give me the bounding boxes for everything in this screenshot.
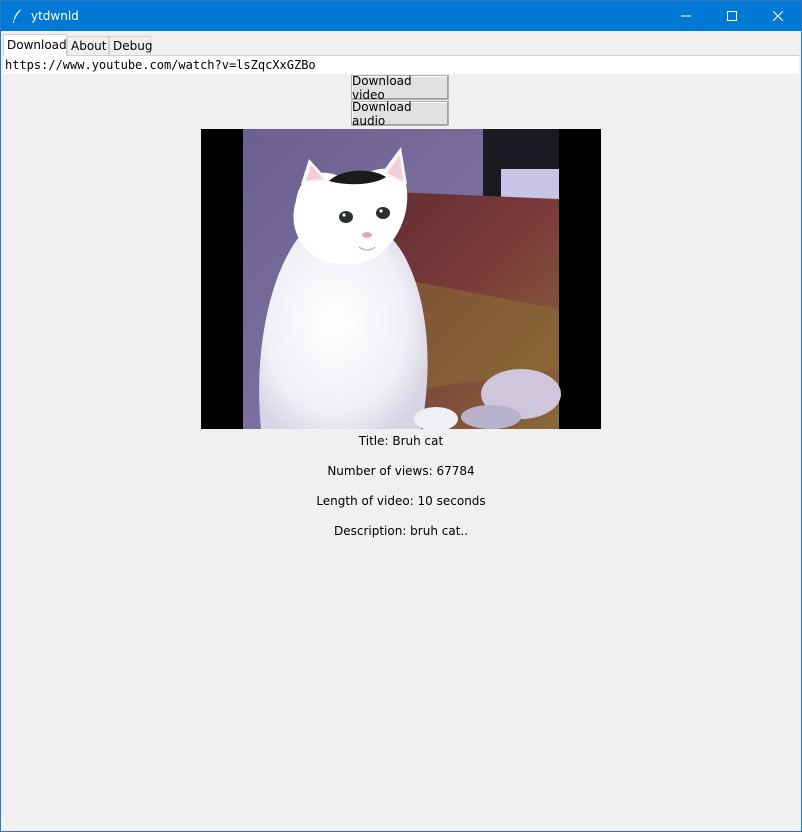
close-button[interactable] — [755, 1, 801, 31]
window-title: ytdwnld — [31, 9, 79, 23]
video-thumbnail — [201, 129, 601, 429]
download-audio-button[interactable]: Download audio — [351, 100, 449, 128]
url-input[interactable] — [3, 56, 799, 74]
maximize-icon — [727, 11, 737, 21]
video-description-label: Description: bruh cat.. — [333, 524, 469, 538]
tab-bar: Download About Debug — [3, 34, 799, 56]
video-length-label: Length of video: 10 seconds — [316, 494, 486, 508]
video-views-label: Number of views: 67784 — [327, 464, 475, 478]
tab-download[interactable]: Download — [3, 34, 67, 56]
close-icon — [773, 11, 783, 21]
minimize-icon — [681, 15, 691, 17]
tab-debug[interactable]: Debug — [109, 36, 152, 56]
title-bar[interactable]: ytdwnld — [1, 1, 801, 31]
feather-icon — [11, 8, 25, 24]
tab-about[interactable]: About — [67, 36, 109, 56]
video-title-label: Title: Bruh cat — [358, 434, 444, 448]
minimize-button[interactable] — [663, 1, 709, 31]
download-video-button[interactable]: Download video — [351, 74, 449, 102]
maximize-button[interactable] — [709, 1, 755, 31]
app-window: ytdwnld Download About Debug Download vi… — [0, 0, 802, 832]
